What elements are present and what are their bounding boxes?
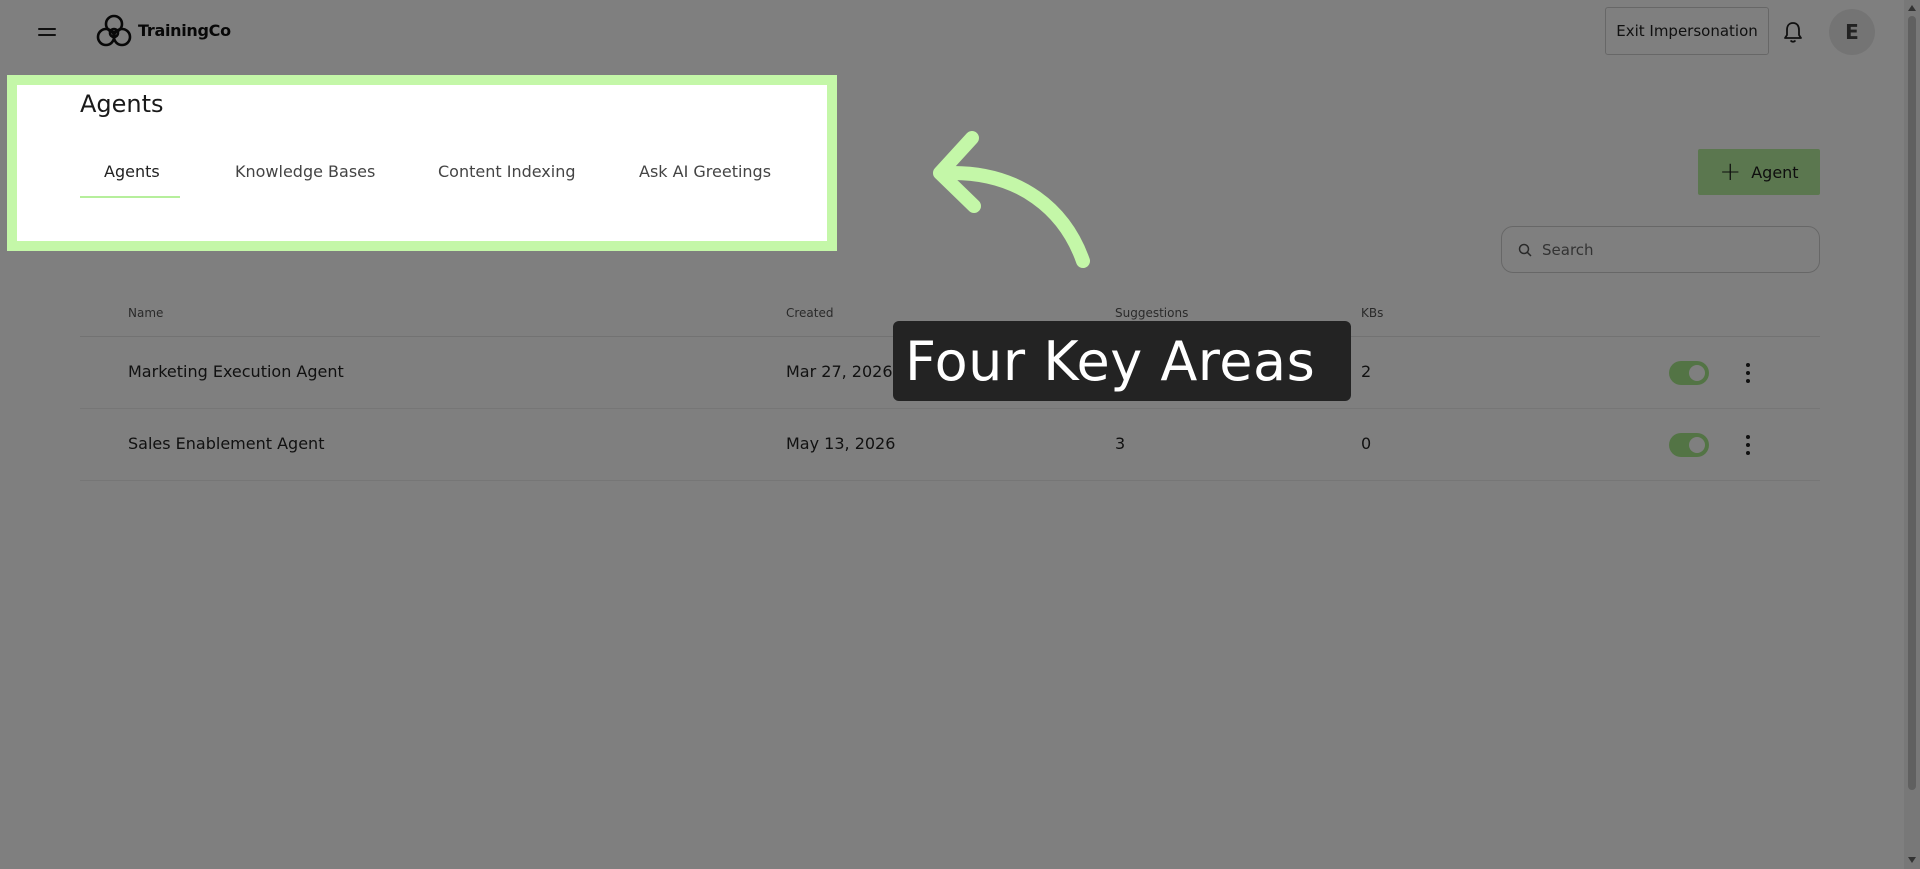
active-tab-indicator [80, 196, 180, 198]
arrow-icon [933, 131, 1090, 268]
tab-content-indexing[interactable]: Content Indexing [438, 162, 576, 181]
tutorial-callout: Four Key Areas [893, 321, 1351, 401]
tab-knowledge-bases[interactable]: Knowledge Bases [235, 162, 375, 181]
tab-agents[interactable]: Agents [104, 162, 160, 181]
tab-ask-ai-greetings[interactable]: Ask AI Greetings [639, 162, 771, 181]
